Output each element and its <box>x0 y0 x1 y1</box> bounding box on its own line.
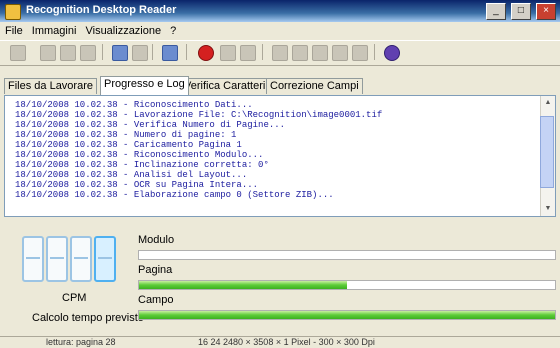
page-next-icon[interactable] <box>240 45 256 61</box>
counter-digit <box>22 236 44 282</box>
grid-icon[interactable] <box>332 45 348 61</box>
status-page: lettura: pagina 28 <box>46 337 116 347</box>
log-line: 18/10/2008 10.02.38 - OCR su Pagina Inte… <box>15 180 259 190</box>
menu-visualizzazione[interactable]: Visualizzazione <box>82 22 164 37</box>
info-icon[interactable] <box>384 45 400 61</box>
campo-label: Campo <box>138 294 174 306</box>
pagina-label: Pagina <box>138 264 173 276</box>
save-icon[interactable] <box>60 45 76 61</box>
log-line: 18/10/2008 10.02.38 - Inclinazione corre… <box>15 160 269 170</box>
maximize-button[interactable]: □ <box>510 3 531 20</box>
copy-icon[interactable] <box>132 45 148 61</box>
app-window: Recognition Desktop Reader _ □ × File Im… <box>0 0 560 348</box>
progress-fill <box>139 311 555 319</box>
window-controls: _ □ × <box>484 3 556 20</box>
log-panel[interactable]: 18/10/2008 10.02.38 - Riconoscimento Dat… <box>4 95 556 217</box>
calc-time-label: Calcolo tempo previsto <box>32 312 144 324</box>
app-icon <box>5 4 21 20</box>
menu-immagini[interactable]: Immagini <box>29 22 80 37</box>
window-title: Recognition Desktop Reader <box>26 4 177 16</box>
close-button[interactable]: × <box>536 3 556 20</box>
log-line: 18/10/2008 10.02.38 - Lavorazione File: … <box>15 110 383 120</box>
new-icon[interactable] <box>10 45 26 61</box>
scroll-thumb[interactable] <box>540 116 554 188</box>
fit-icon[interactable] <box>292 45 308 61</box>
tab-files-da-lavorare[interactable]: Files da Lavorare <box>4 78 97 94</box>
log-line: 18/10/2008 10.02.38 - Verifica Numero di… <box>15 120 286 130</box>
counter-digit <box>46 236 68 282</box>
tab-progresso-log[interactable]: Progresso e Log <box>100 76 189 95</box>
page-prev-icon[interactable] <box>220 45 236 61</box>
settings-icon[interactable] <box>352 45 368 61</box>
progress-section: CPM Calcolo tempo previsto Modulo Pagina… <box>4 230 556 330</box>
toolbar-separator <box>186 44 187 60</box>
cut-icon[interactable] <box>112 45 128 61</box>
campo-progress-bar <box>138 310 556 320</box>
log-line: 18/10/2008 10.02.38 - Elaborazione campo… <box>15 190 334 200</box>
modulo-progress-bar <box>138 250 556 260</box>
scroll-down-icon[interactable]: ▼ <box>542 203 554 215</box>
play-icon[interactable] <box>162 45 178 61</box>
log-line: 18/10/2008 10.02.38 - Riconoscimento Mod… <box>15 150 264 160</box>
log-line: 18/10/2008 10.02.38 - Numero di pagine: … <box>15 130 237 140</box>
stop-icon[interactable] <box>198 45 214 61</box>
cpm-label: CPM <box>62 292 87 304</box>
menu-bar: File Immagini Visualizzazione ? <box>0 22 560 40</box>
status-bar: lettura: pagina 28 16 24 2480 × 3508 × 1… <box>0 336 560 348</box>
toolbar-separator <box>152 44 153 60</box>
modulo-label: Modulo <box>138 234 175 246</box>
minimize-button[interactable]: _ <box>485 3 506 20</box>
log-line: 18/10/2008 10.02.38 - Analisi del Layout… <box>15 170 248 180</box>
cpm-counter-display <box>22 236 122 288</box>
print-icon[interactable] <box>80 45 96 61</box>
zoom-icon[interactable] <box>272 45 288 61</box>
menu-help[interactable]: ? <box>167 22 179 37</box>
menu-file[interactable]: File <box>0 22 26 37</box>
tab-verifica-caratteri[interactable]: Verifica Caratteri <box>180 78 270 94</box>
open-icon[interactable] <box>40 45 56 61</box>
progress-fill <box>139 281 347 289</box>
toolbar-separator <box>102 44 103 60</box>
log-line: 18/10/2008 10.02.38 - Caricamento Pagina… <box>15 140 242 150</box>
counter-digit <box>70 236 92 282</box>
rotate-icon[interactable] <box>312 45 328 61</box>
pagina-progress-bar <box>138 280 556 290</box>
log-scrollbar[interactable]: ▲ ▼ <box>540 96 555 216</box>
scroll-up-icon[interactable]: ▲ <box>542 97 554 109</box>
toolbar-separator <box>374 44 375 60</box>
counter-digit <box>94 236 116 282</box>
status-image-info: 16 24 2480 × 3508 × 1 Pixel - 300 × 300 … <box>198 337 375 347</box>
tab-correzione-campi[interactable]: Correzione Campi <box>266 78 363 94</box>
log-line: 18/10/2008 10.02.38 - Riconoscimento Dat… <box>15 100 253 110</box>
title-bar[interactable]: Recognition Desktop Reader _ □ × <box>0 0 560 22</box>
toolbar <box>0 40 560 66</box>
toolbar-separator <box>262 44 263 60</box>
